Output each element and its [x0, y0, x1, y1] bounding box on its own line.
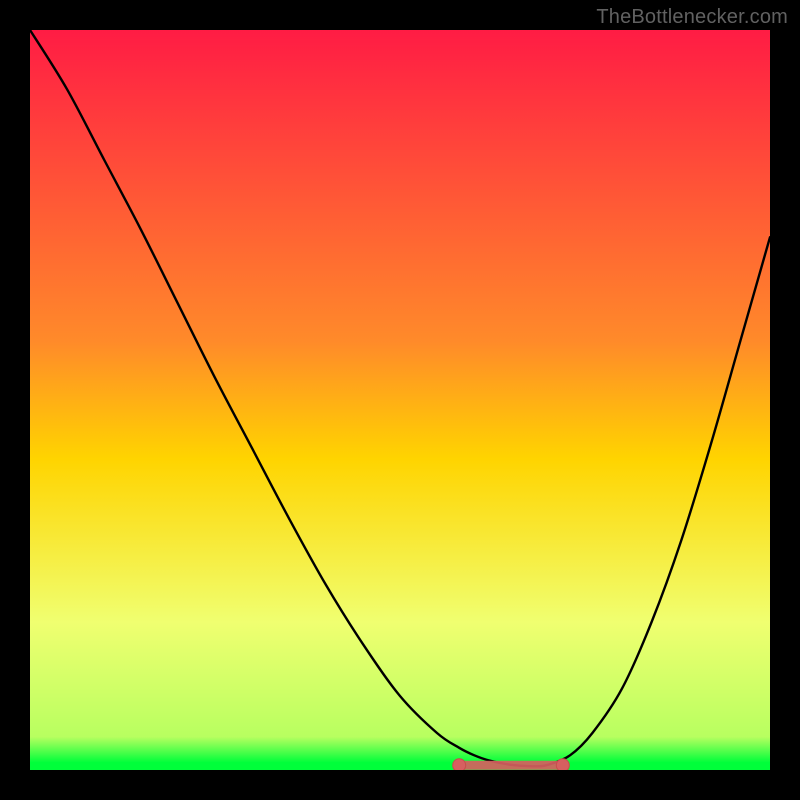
gradient-background — [30, 30, 770, 770]
watermark-text: TheBottlenecker.com — [596, 6, 788, 29]
chart-svg — [30, 30, 770, 770]
plot-area — [30, 30, 770, 770]
chart-frame: TheBottlenecker.com — [0, 0, 800, 800]
